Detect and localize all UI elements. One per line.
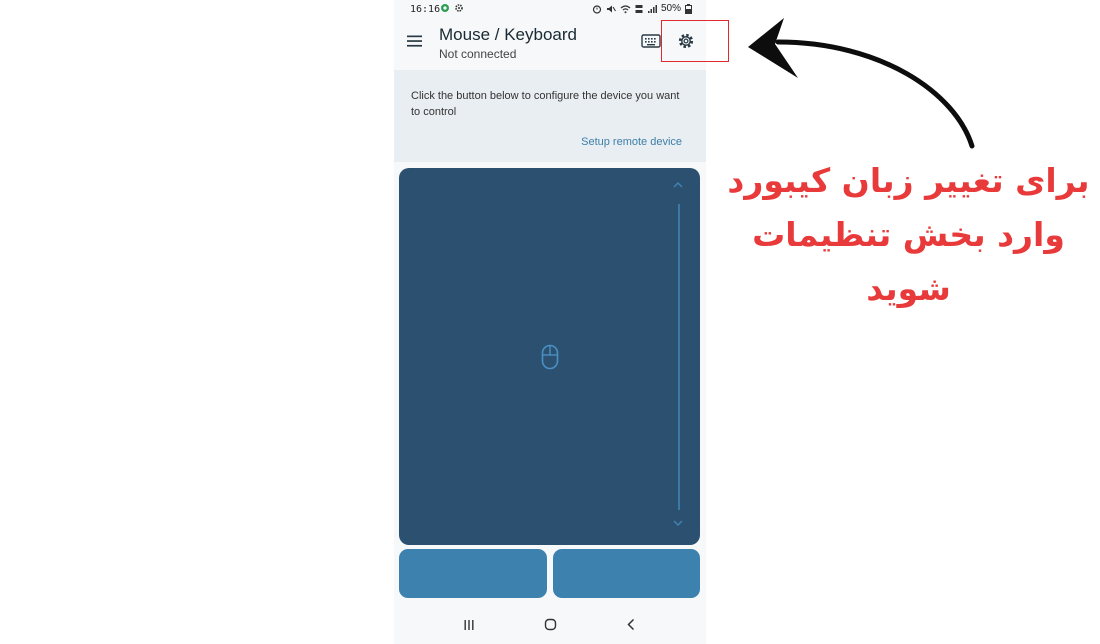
title-block: Mouse / Keyboard Not connected [439, 24, 577, 62]
setup-info-card: Click the button below to configure the … [394, 70, 706, 162]
hamburger-menu-icon[interactable] [406, 32, 424, 50]
phone-screen: 16:16 50% Mouse / Keyboard Not connected [394, 0, 706, 644]
page-title: Mouse / Keyboard [439, 25, 577, 44]
touchpad[interactable] [399, 168, 700, 545]
wifi-icon [620, 4, 631, 13]
home-icon[interactable] [544, 618, 557, 631]
setup-remote-device-link[interactable]: Setup remote device [581, 136, 682, 148]
annotation-text: برای تغییر زبان کیبورد وارد بخش تنظیمات … [726, 154, 1091, 316]
mouse-icon [541, 344, 559, 370]
scroll-track[interactable] [678, 204, 680, 510]
mute-icon [607, 5, 616, 12]
chevron-down-icon[interactable] [672, 518, 684, 528]
right-click-button[interactable] [553, 549, 700, 598]
signal-icon [648, 4, 657, 13]
connection-status: Not connected [439, 47, 517, 61]
status-left-icons [440, 3, 464, 13]
left-click-button[interactable] [399, 549, 547, 598]
app-bar: Mouse / Keyboard Not connected [394, 20, 706, 70]
status-time: 16:16 [410, 4, 441, 15]
chevron-up-icon[interactable] [672, 180, 684, 190]
alarm-icon [592, 4, 602, 14]
notification-dot-icon [441, 4, 449, 12]
recents-icon[interactable] [463, 619, 475, 631]
battery-percent: 50% [661, 3, 682, 14]
annotation-line-1: برای تغییر زبان کیبورد [727, 161, 1090, 200]
lte-icon [635, 4, 643, 13]
settings-highlight-box [661, 20, 729, 62]
battery-icon [685, 3, 693, 14]
setup-message: Click the button below to configure the … [411, 90, 680, 118]
annotation-line-2: وارد بخش تنظیمات [752, 215, 1065, 254]
keyboard-icon[interactable] [640, 32, 662, 50]
annotation-line-3: شوید [866, 269, 951, 308]
status-bar: 16:16 50% [394, 0, 706, 20]
status-right-icons: 50% [592, 3, 693, 14]
back-icon[interactable] [626, 618, 636, 631]
settings-small-icon [455, 4, 463, 12]
android-nav-bar [394, 604, 706, 644]
